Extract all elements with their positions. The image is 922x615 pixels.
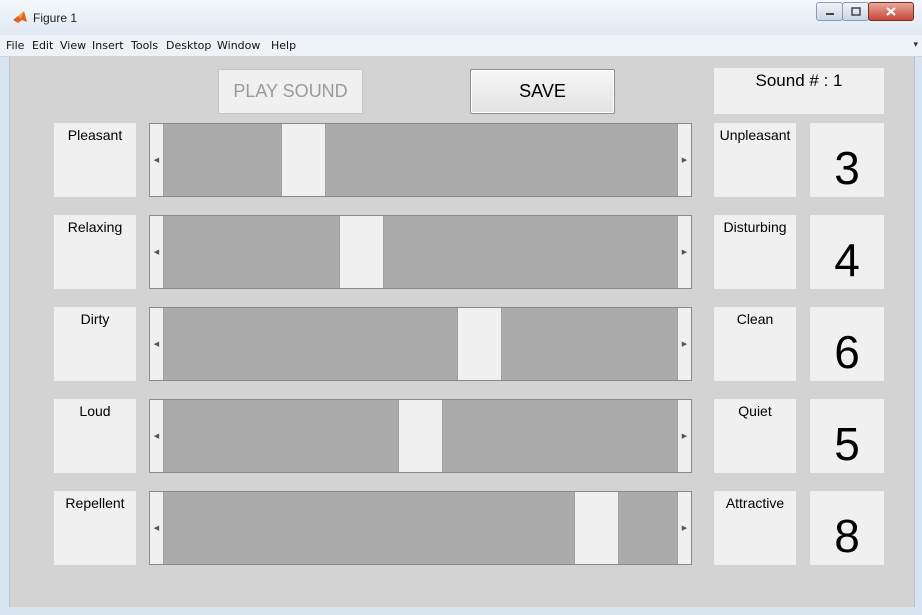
chevron-left-icon: ◀ xyxy=(153,525,160,532)
matlab-icon xyxy=(13,11,27,23)
maximize-button[interactable] xyxy=(842,2,869,21)
title-bar: Figure 1 xyxy=(0,0,922,35)
slider-left-arrow[interactable]: ◀ xyxy=(150,216,164,288)
left-label-relaxing: Relaxing xyxy=(54,215,136,289)
menu-desktop[interactable]: Desktop xyxy=(166,39,211,52)
menu-edit[interactable]: Edit xyxy=(32,39,53,52)
rating-value: 8 xyxy=(810,491,884,565)
slider-thumb[interactable] xyxy=(398,400,443,472)
chevron-left-icon: ◀ xyxy=(153,249,160,256)
play-sound-button[interactable]: PLAY SOUND xyxy=(218,69,363,114)
menu-view[interactable]: View xyxy=(60,39,86,52)
left-label-loud: Loud xyxy=(54,399,136,473)
right-label-clean: Clean xyxy=(714,307,796,381)
slider-left-arrow[interactable]: ◀ xyxy=(150,308,164,380)
slider-left-arrow[interactable]: ◀ xyxy=(150,492,164,564)
slider-loud-quiet[interactable]: ◀ ▶ xyxy=(149,399,692,473)
right-label-disturbing: Disturbing xyxy=(714,215,796,289)
chevron-left-icon: ◀ xyxy=(153,157,160,164)
chevron-right-icon: ▶ xyxy=(681,525,688,532)
slider-right-arrow[interactable]: ▶ xyxy=(677,400,691,472)
save-button[interactable]: SAVE xyxy=(470,69,615,114)
chevron-right-icon: ▶ xyxy=(681,157,688,164)
close-button[interactable] xyxy=(868,2,914,21)
window-bottom-border xyxy=(0,607,922,615)
left-label-pleasant: Pleasant xyxy=(54,123,136,197)
chevron-left-icon: ◀ xyxy=(153,433,160,440)
slider-pleasant-unpleasant[interactable]: ◀ ▶ xyxy=(149,123,692,197)
slider-right-arrow[interactable]: ▶ xyxy=(677,492,691,564)
slider-thumb[interactable] xyxy=(456,308,502,380)
sound-number-label: Sound # : 1 xyxy=(714,68,884,114)
window-title: Figure 1 xyxy=(33,11,78,25)
rating-value: 3 xyxy=(810,123,884,197)
slider-thumb[interactable] xyxy=(339,216,385,288)
slider-right-arrow[interactable]: ▶ xyxy=(677,124,691,196)
menu-window[interactable]: Window xyxy=(217,39,260,52)
slider-relaxing-disturbing[interactable]: ◀ ▶ xyxy=(149,215,692,289)
slider-left-arrow[interactable]: ◀ xyxy=(150,124,164,196)
figure-panel: PLAY SOUND SAVE Sound # : 1 Pleasant ◀ ▶… xyxy=(9,57,915,607)
chevron-right-icon: ▶ xyxy=(681,341,688,348)
close-icon xyxy=(886,7,896,16)
right-label-attractive: Attractive xyxy=(714,491,796,565)
menu-bar: File Edit View Insert Tools Desktop Wind… xyxy=(0,35,922,57)
slider-dirty-clean[interactable]: ◀ ▶ xyxy=(149,307,692,381)
minimize-button[interactable] xyxy=(816,2,843,21)
slider-right-arrow[interactable]: ▶ xyxy=(677,216,691,288)
window-controls xyxy=(816,2,914,23)
right-label-quiet: Quiet xyxy=(714,399,796,473)
right-label-unpleasant: Unpleasant xyxy=(714,123,796,197)
slider-repellent-attractive[interactable]: ◀ ▶ xyxy=(149,491,692,565)
menu-insert[interactable]: Insert xyxy=(92,39,124,52)
chevron-right-icon: ▶ xyxy=(681,433,688,440)
chevron-right-icon: ▶ xyxy=(681,249,688,256)
maximize-icon xyxy=(850,7,861,16)
chevron-left-icon: ◀ xyxy=(153,341,160,348)
left-label-dirty: Dirty xyxy=(54,307,136,381)
menu-tools[interactable]: Tools xyxy=(131,39,158,52)
slider-right-arrow[interactable]: ▶ xyxy=(677,308,691,380)
rating-value: 4 xyxy=(810,215,884,289)
left-label-repellent: Repellent xyxy=(54,491,136,565)
slider-thumb[interactable] xyxy=(574,492,620,564)
rating-value: 5 xyxy=(810,399,884,473)
rating-value: 6 xyxy=(810,307,884,381)
slider-thumb[interactable] xyxy=(280,124,326,196)
minimize-icon xyxy=(825,12,834,15)
menu-overflow-icon[interactable]: ▾ xyxy=(913,39,918,50)
menu-help[interactable]: Help xyxy=(271,39,296,52)
slider-left-arrow[interactable]: ◀ xyxy=(150,400,164,472)
menu-file[interactable]: File xyxy=(6,39,24,52)
